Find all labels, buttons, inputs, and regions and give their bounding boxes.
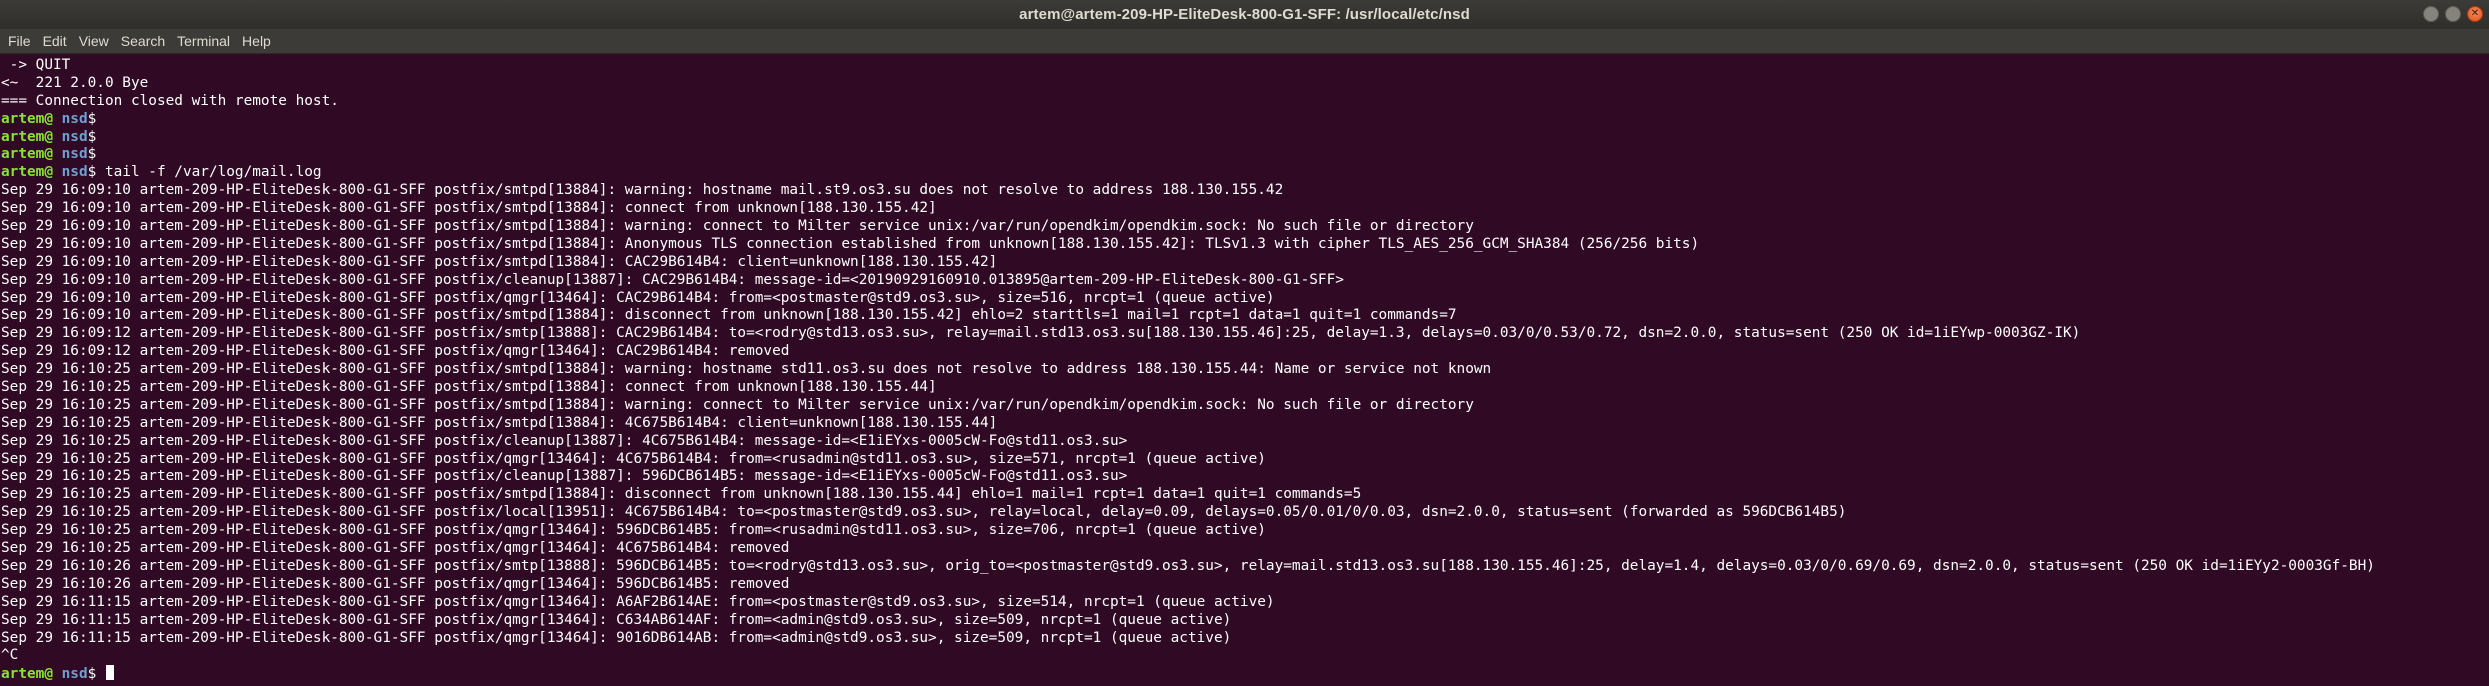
text-cursor bbox=[105, 665, 114, 681]
log-line: Sep 29 16:09:10 artem-209-HP-EliteDesk-8… bbox=[1, 289, 1275, 306]
log-line: Sep 29 16:09:12 artem-209-HP-EliteDesk-8… bbox=[1, 343, 790, 360]
log-line: Sep 29 16:11:15 artem-209-HP-EliteDesk-8… bbox=[1, 611, 1232, 628]
terminal-line: === Connection closed with remote host. bbox=[1, 92, 339, 109]
log-line: Sep 29 16:09:10 artem-209-HP-EliteDesk-8… bbox=[1, 218, 1474, 235]
close-button[interactable]: ✕ bbox=[2467, 6, 2483, 22]
log-line: Sep 29 16:10:25 artem-209-HP-EliteDesk-8… bbox=[1, 361, 1492, 378]
menu-search[interactable]: Search bbox=[115, 33, 171, 49]
prompt-path: nsd bbox=[52, 110, 88, 127]
prompt-symbol: $ bbox=[87, 110, 97, 127]
terminal-line: <~ 221 2.0.0 Bye bbox=[1, 74, 149, 91]
prompt-line: artem@ nsd$ tail -f /var/log/mail.log bbox=[1, 164, 2489, 182]
menu-edit[interactable]: Edit bbox=[37, 33, 73, 49]
prompt-symbol: $ bbox=[87, 128, 97, 145]
log-line: Sep 29 16:09:10 artem-209-HP-EliteDesk-8… bbox=[1, 200, 937, 217]
prompt-line: artem@ nsd$ bbox=[1, 146, 2489, 164]
prompt-path: nsd bbox=[52, 146, 88, 163]
window-controls: ✕ bbox=[2423, 6, 2483, 22]
prompt-user: artem@ bbox=[1, 164, 53, 181]
menu-help[interactable]: Help bbox=[236, 33, 277, 49]
title-bar[interactable]: artem@artem-209-HP-EliteDesk-800-G1-SFF:… bbox=[0, 0, 2489, 29]
log-line: Sep 29 16:10:25 artem-209-HP-EliteDesk-8… bbox=[1, 396, 1474, 413]
interrupt-line: ^C bbox=[1, 647, 19, 664]
log-line: Sep 29 16:09:10 artem-209-HP-EliteDesk-8… bbox=[1, 235, 1700, 252]
prompt-command bbox=[96, 666, 105, 682]
prompt-user: artem@ bbox=[1, 146, 53, 163]
menu-file[interactable]: File bbox=[2, 33, 37, 49]
prompt-path: nsd bbox=[52, 128, 88, 145]
prompt-user: artem@ bbox=[1, 666, 53, 683]
terminal-window: artem@artem-209-HP-EliteDesk-800-G1-SFF:… bbox=[0, 0, 2489, 686]
log-line: Sep 29 16:09:10 artem-209-HP-EliteDesk-8… bbox=[1, 182, 1284, 199]
log-line: Sep 29 16:09:10 artem-209-HP-EliteDesk-8… bbox=[1, 253, 998, 270]
active-prompt-line[interactable]: artem@ nsd$ bbox=[1, 665, 2489, 683]
terminal-line: -> QUIT bbox=[1, 57, 71, 73]
log-line: Sep 29 16:10:25 artem-209-HP-EliteDesk-8… bbox=[1, 522, 1266, 539]
log-line: Sep 29 16:10:25 artem-209-HP-EliteDesk-8… bbox=[1, 540, 790, 557]
prompt-path: nsd bbox=[52, 666, 88, 683]
prompt-user: artem@ bbox=[1, 110, 53, 127]
log-line: Sep 29 16:09:10 artem-209-HP-EliteDesk-8… bbox=[1, 271, 1344, 288]
log-line: Sep 29 16:10:25 artem-209-HP-EliteDesk-8… bbox=[1, 432, 1128, 449]
minimize-button[interactable] bbox=[2423, 6, 2439, 22]
menu-view[interactable]: View bbox=[73, 33, 115, 49]
maximize-button[interactable] bbox=[2445, 6, 2461, 22]
terminal-output[interactable]: -> QUIT <~ 221 2.0.0 Bye === Connection … bbox=[0, 54, 2489, 686]
prompt-line: artem@ nsd$ bbox=[1, 129, 2489, 147]
log-line: Sep 29 16:10:25 artem-209-HP-EliteDesk-8… bbox=[1, 450, 1266, 467]
prompt-command: tail -f /var/log/mail.log bbox=[96, 164, 322, 181]
log-line: Sep 29 16:10:25 artem-209-HP-EliteDesk-8… bbox=[1, 468, 1128, 485]
menu-bar: File Edit View Search Terminal Help bbox=[0, 29, 2489, 54]
log-line: Sep 29 16:11:15 artem-209-HP-EliteDesk-8… bbox=[1, 593, 1275, 610]
log-line: Sep 29 16:09:10 artem-209-HP-EliteDesk-8… bbox=[1, 307, 1457, 324]
log-line: Sep 29 16:10:25 artem-209-HP-EliteDesk-8… bbox=[1, 504, 1847, 521]
window-title: artem@artem-209-HP-EliteDesk-800-G1-SFF:… bbox=[1019, 6, 1470, 23]
prompt-line: artem@ nsd$ bbox=[1, 111, 2489, 129]
prompt-symbol: $ bbox=[87, 164, 97, 181]
prompt-path: nsd bbox=[52, 164, 88, 181]
log-line: Sep 29 16:10:25 artem-209-HP-EliteDesk-8… bbox=[1, 414, 998, 431]
log-line: Sep 29 16:09:12 artem-209-HP-EliteDesk-8… bbox=[1, 325, 2081, 342]
log-line: Sep 29 16:10:26 artem-209-HP-EliteDesk-8… bbox=[1, 557, 2375, 574]
log-line: Sep 29 16:10:25 artem-209-HP-EliteDesk-8… bbox=[1, 379, 937, 396]
log-line: Sep 29 16:11:15 artem-209-HP-EliteDesk-8… bbox=[1, 629, 1232, 646]
menu-terminal[interactable]: Terminal bbox=[171, 33, 236, 49]
log-line: Sep 29 16:10:26 artem-209-HP-EliteDesk-8… bbox=[1, 575, 790, 592]
prompt-symbol: $ bbox=[87, 146, 97, 163]
log-line: Sep 29 16:10:25 artem-209-HP-EliteDesk-8… bbox=[1, 486, 1362, 503]
prompt-user: artem@ bbox=[1, 128, 53, 145]
prompt-symbol: $ bbox=[87, 666, 97, 683]
